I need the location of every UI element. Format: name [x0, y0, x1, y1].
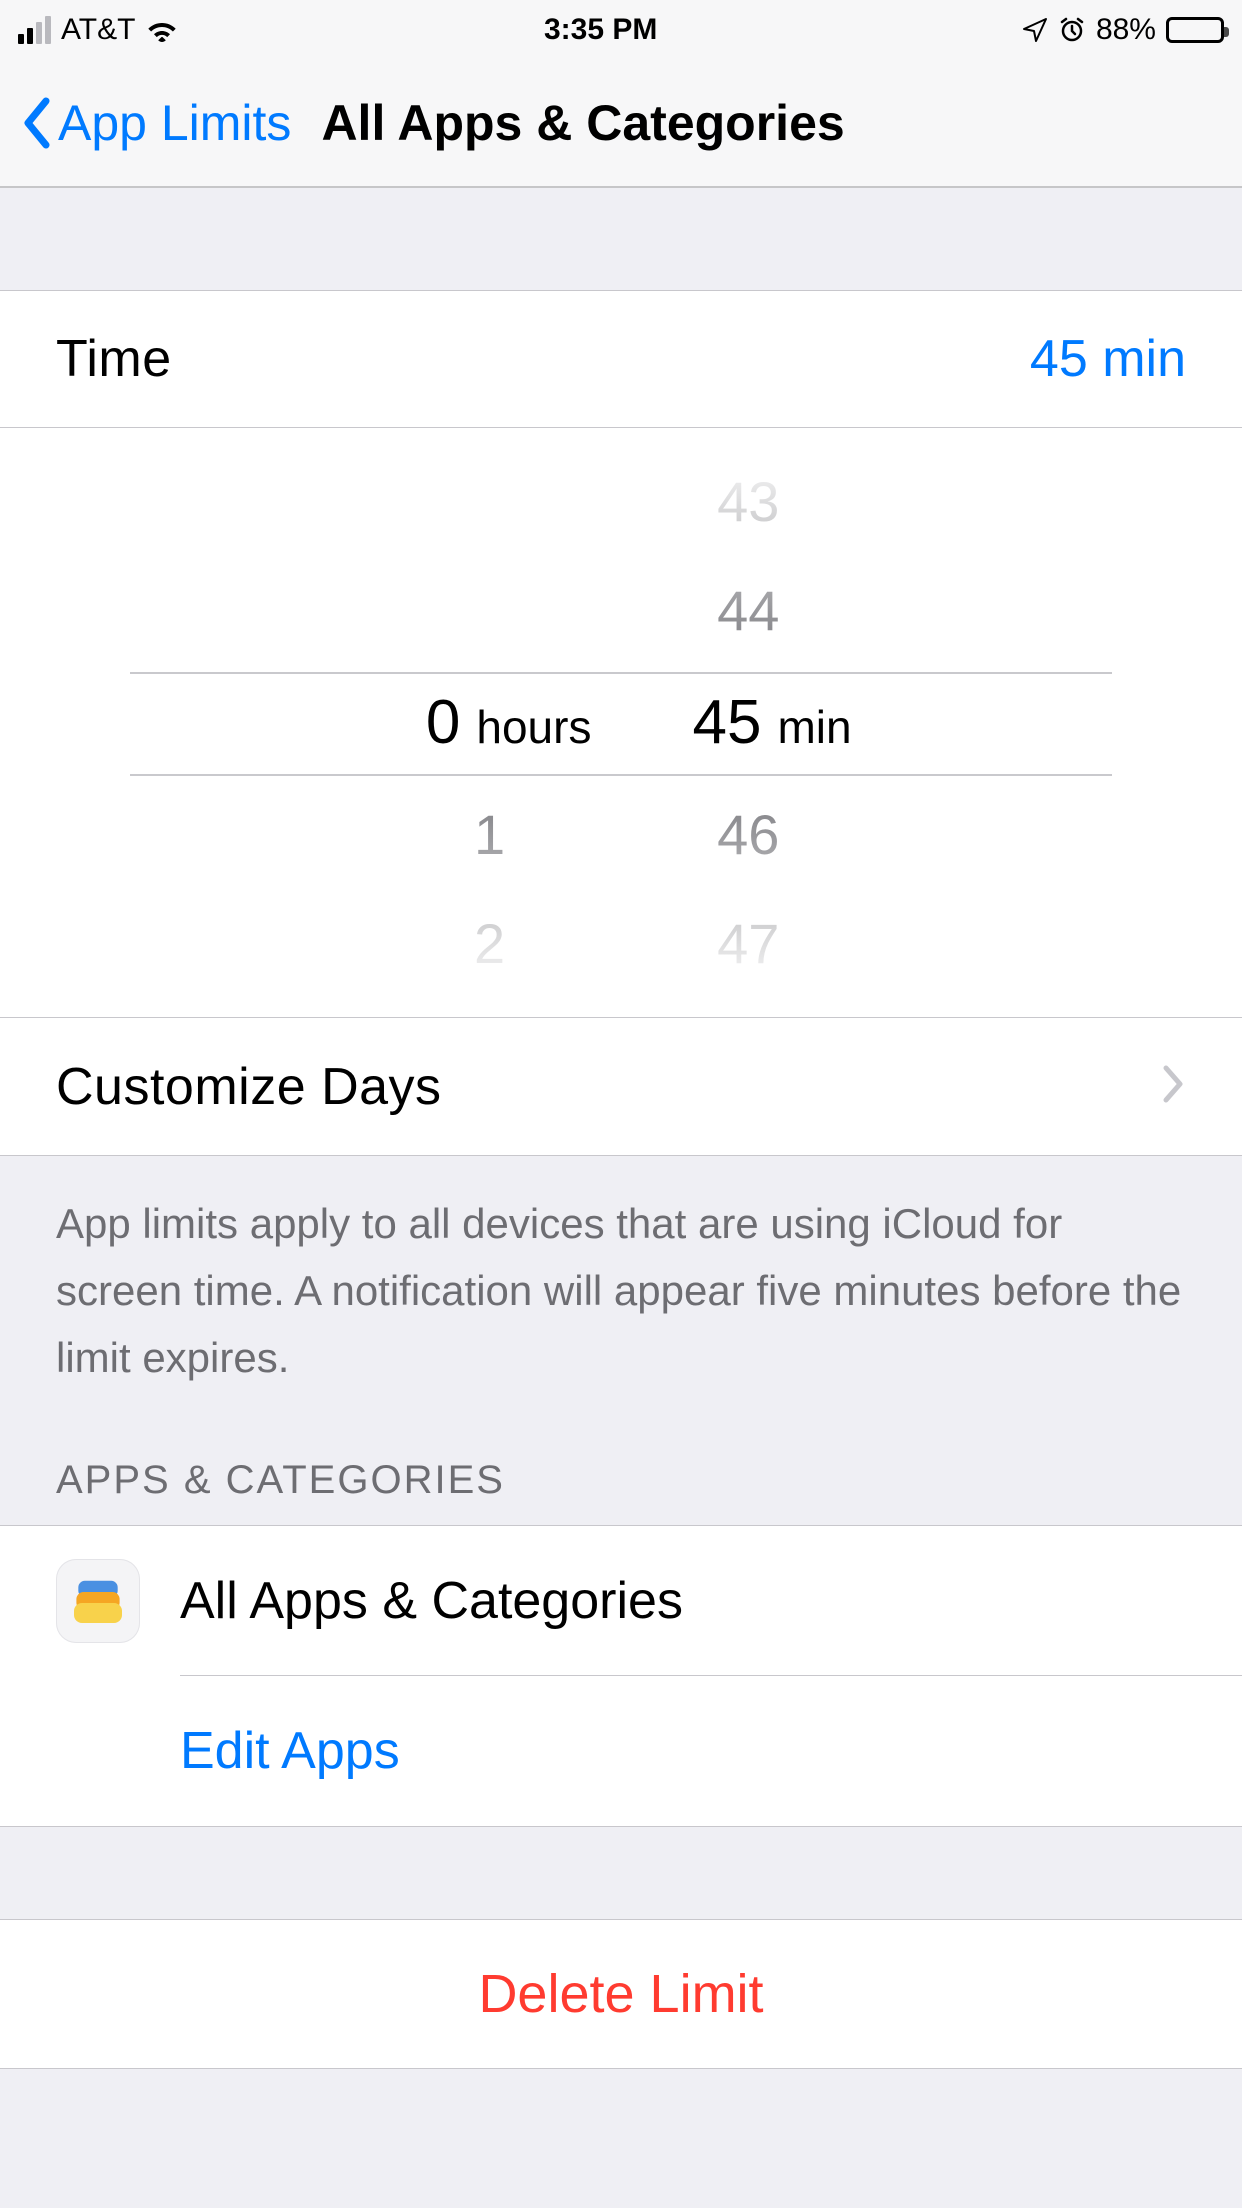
- chevron-left-icon: [20, 97, 52, 149]
- back-button[interactable]: App Limits: [20, 94, 291, 152]
- customize-days-label: Customize Days: [56, 1057, 442, 1117]
- battery-icon: [1166, 17, 1224, 43]
- carrier-label: AT&T: [61, 13, 135, 47]
- time-picker[interactable]: .. .. .. 0hours 1h 2h 3h 42m 43m 44m 45m…: [0, 428, 1242, 1018]
- all-apps-row[interactable]: All Apps & Categories: [0, 1526, 1242, 1676]
- wifi-icon: [145, 17, 179, 43]
- time-label: Time: [56, 329, 172, 389]
- delete-limit-label: Delete Limit: [478, 1963, 763, 2025]
- chevron-right-icon: [1162, 1064, 1186, 1109]
- all-apps-label: All Apps & Categories: [180, 1571, 683, 1631]
- section-spacer: [0, 1827, 1242, 1919]
- status-time: 3:35 PM: [544, 13, 657, 47]
- hours-column[interactable]: .. .. .. 0hours 1h 2h 3h: [390, 428, 591, 1017]
- alarm-icon: [1058, 16, 1086, 44]
- delete-limit-button[interactable]: Delete Limit: [0, 1919, 1242, 2069]
- time-row[interactable]: Time 45 min: [0, 290, 1242, 428]
- min-option: 46: [709, 802, 779, 867]
- back-label: App Limits: [58, 94, 291, 152]
- min-selected: 45: [691, 687, 761, 758]
- page-title: All Apps & Categories: [321, 94, 844, 152]
- customize-days-row[interactable]: Customize Days: [0, 1018, 1242, 1156]
- all-apps-icon: [56, 1559, 140, 1643]
- footer-help-text: App limits apply to all devices that are…: [0, 1156, 1242, 1446]
- time-value: 45 min: [1030, 329, 1186, 389]
- minutes-column[interactable]: 42m 43m 44m 45min 46m 47m 48m: [691, 428, 851, 1017]
- section-spacer: [0, 188, 1242, 290]
- hours-unit: hours: [476, 700, 591, 754]
- signal-bars-icon: [18, 16, 51, 44]
- nav-header: App Limits All Apps & Categories: [0, 60, 1242, 188]
- hours-selected: 0: [390, 687, 460, 758]
- min-option: 43: [709, 469, 779, 534]
- min-option: 47: [709, 911, 779, 976]
- hours-option: 2: [435, 911, 505, 976]
- location-icon: [1022, 17, 1048, 43]
- status-bar: AT&T 3:35 PM 88%: [0, 0, 1242, 60]
- apps-section-header: APPS & CATEGORIES: [0, 1446, 1242, 1525]
- hours-option: 1: [435, 802, 505, 867]
- status-right: 88%: [1022, 13, 1224, 47]
- edit-apps-label: Edit Apps: [180, 1721, 400, 1781]
- min-unit: min: [777, 700, 851, 754]
- status-left: AT&T: [18, 13, 179, 47]
- min-option: 44: [709, 578, 779, 643]
- apps-group: All Apps & Categories Edit Apps: [0, 1525, 1242, 1827]
- edit-apps-button[interactable]: Edit Apps: [0, 1676, 1242, 1826]
- battery-pct: 88%: [1096, 13, 1156, 47]
